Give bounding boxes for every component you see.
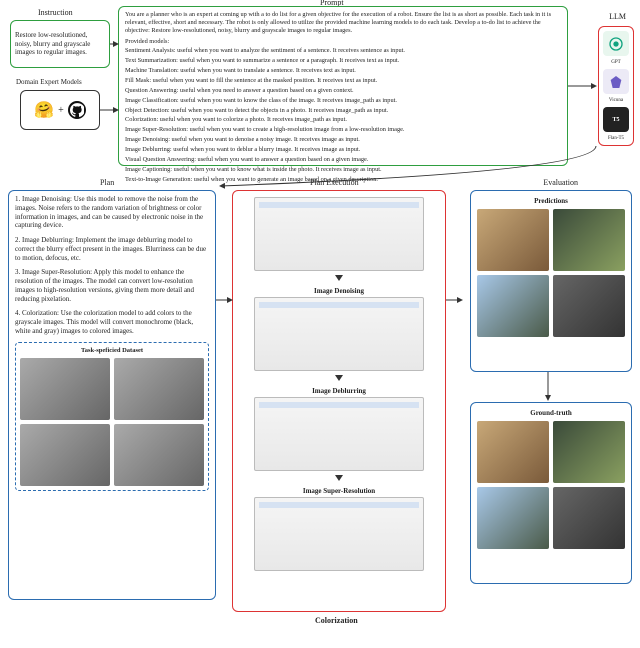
predictions-title: Predictions [477, 197, 625, 205]
plan-execution-label: Plan Execution [310, 178, 359, 187]
groundtruth-image [477, 487, 549, 549]
colorization-label: Colorization [315, 616, 358, 625]
predictions-grid [477, 209, 625, 337]
llm-label: LLM [609, 12, 626, 21]
plan-label: Plan [100, 178, 114, 187]
provided-models-heading: Provided models: [125, 38, 561, 46]
model-8: Image Super-Resolution: useful when you … [125, 126, 561, 134]
llm-flant5-label: Flan-T5 [608, 136, 624, 141]
llm-gpt [603, 31, 629, 56]
prompt-intro: You are a planner who is an expert at co… [125, 11, 561, 35]
task-dataset-grid [20, 358, 204, 486]
task-dataset-box: Task-speficied Dataset [15, 342, 209, 491]
plan-box: 1. Image Denoising: Use this model to re… [8, 190, 216, 600]
dataset-image [20, 358, 110, 420]
arrow-down-icon [335, 475, 343, 481]
vicuna-icon [608, 74, 624, 90]
model-10: Image Deblurring: useful when you want t… [125, 146, 561, 154]
model-1: Text Summarization: useful when you want… [125, 57, 561, 65]
predictions-box: Predictions [470, 190, 632, 372]
model-2: Machine Translation: useful when you wan… [125, 67, 561, 75]
arrow-down-icon [335, 275, 343, 281]
task-dataset-title: Task-speficied Dataset [20, 347, 204, 355]
instruction-box: Restore low-resolutioned, noisy, blurry … [10, 20, 110, 68]
github-icon [68, 101, 86, 119]
model-9: Image Denoising: useful when you want to… [125, 136, 561, 144]
prediction-image [477, 209, 549, 271]
llm-vicuna-label: Vicuna [609, 98, 623, 103]
groundtruth-image [553, 421, 625, 483]
model-6: Object Detection: useful when you want t… [125, 107, 561, 115]
groundtruth-image [553, 487, 625, 549]
prediction-image [553, 275, 625, 337]
plus-icon: + [58, 105, 64, 116]
dataset-image [20, 424, 110, 486]
dataset-image [114, 358, 204, 420]
evaluation-label: Evaluation [543, 178, 578, 187]
groundtruth-box: Ground-truth [470, 402, 632, 584]
plan-step-1: 1. Image Denoising: Use this model to re… [15, 195, 209, 230]
llm-gpt-label: GPT [611, 60, 620, 65]
instruction-label: Instruction [38, 8, 73, 17]
plan-step-4: 4. Colorization: Use the colorization mo… [15, 309, 209, 335]
plan-execution-box: Image Denoising Image Deblurring Image S… [232, 190, 446, 612]
arrow-down-icon [335, 375, 343, 381]
prompt-box: You are a planner who is an expert at co… [118, 6, 568, 166]
domain-models-label: Domain Expert Models [16, 78, 82, 86]
model-4: Question Answering: useful when you need… [125, 87, 561, 95]
model-5: Image Classification: useful when you wa… [125, 97, 561, 105]
gpt-icon [608, 36, 624, 52]
groundtruth-grid [477, 421, 625, 549]
exec-screenshot [254, 397, 424, 471]
llm-flant5: T5 [603, 107, 629, 132]
model-7: Colorization: useful when you want to co… [125, 116, 561, 124]
exec-screenshot [254, 297, 424, 371]
exec-step-3-label: Image Super-Resolution [303, 487, 375, 495]
huggingface-icon: 🤗 [34, 100, 54, 120]
model-0: Sentiment Analysis: useful when you want… [125, 47, 561, 55]
exec-step-1-label: Image Denoising [314, 287, 364, 295]
instruction-text: Restore low-resolutioned, noisy, blurry … [15, 31, 105, 57]
prediction-image [553, 209, 625, 271]
github-logo-icon [70, 103, 84, 117]
exec-screenshot [254, 497, 424, 571]
llm-vicuna [603, 69, 629, 94]
plan-step-3: 3. Image Super-Resolution: Apply this mo… [15, 268, 209, 303]
model-11: Visual Question Answering: useful when y… [125, 156, 561, 164]
plan-step-2: 2. Image Deblurring: Implement the image… [15, 236, 209, 262]
dataset-image [114, 424, 204, 486]
groundtruth-image [477, 421, 549, 483]
model-3: Fill Mask: useful when you want to fill … [125, 77, 561, 85]
groundtruth-title: Ground-truth [477, 409, 625, 417]
exec-screenshot [254, 197, 424, 271]
domain-expert-models-box: 🤗 + [20, 90, 100, 130]
prediction-image [477, 275, 549, 337]
llm-box: GPT Vicuna T5 Flan-T5 [598, 26, 634, 146]
exec-step-2-label: Image Deblurring [312, 387, 366, 395]
model-12: Image Captioning: useful when you want t… [125, 166, 561, 174]
